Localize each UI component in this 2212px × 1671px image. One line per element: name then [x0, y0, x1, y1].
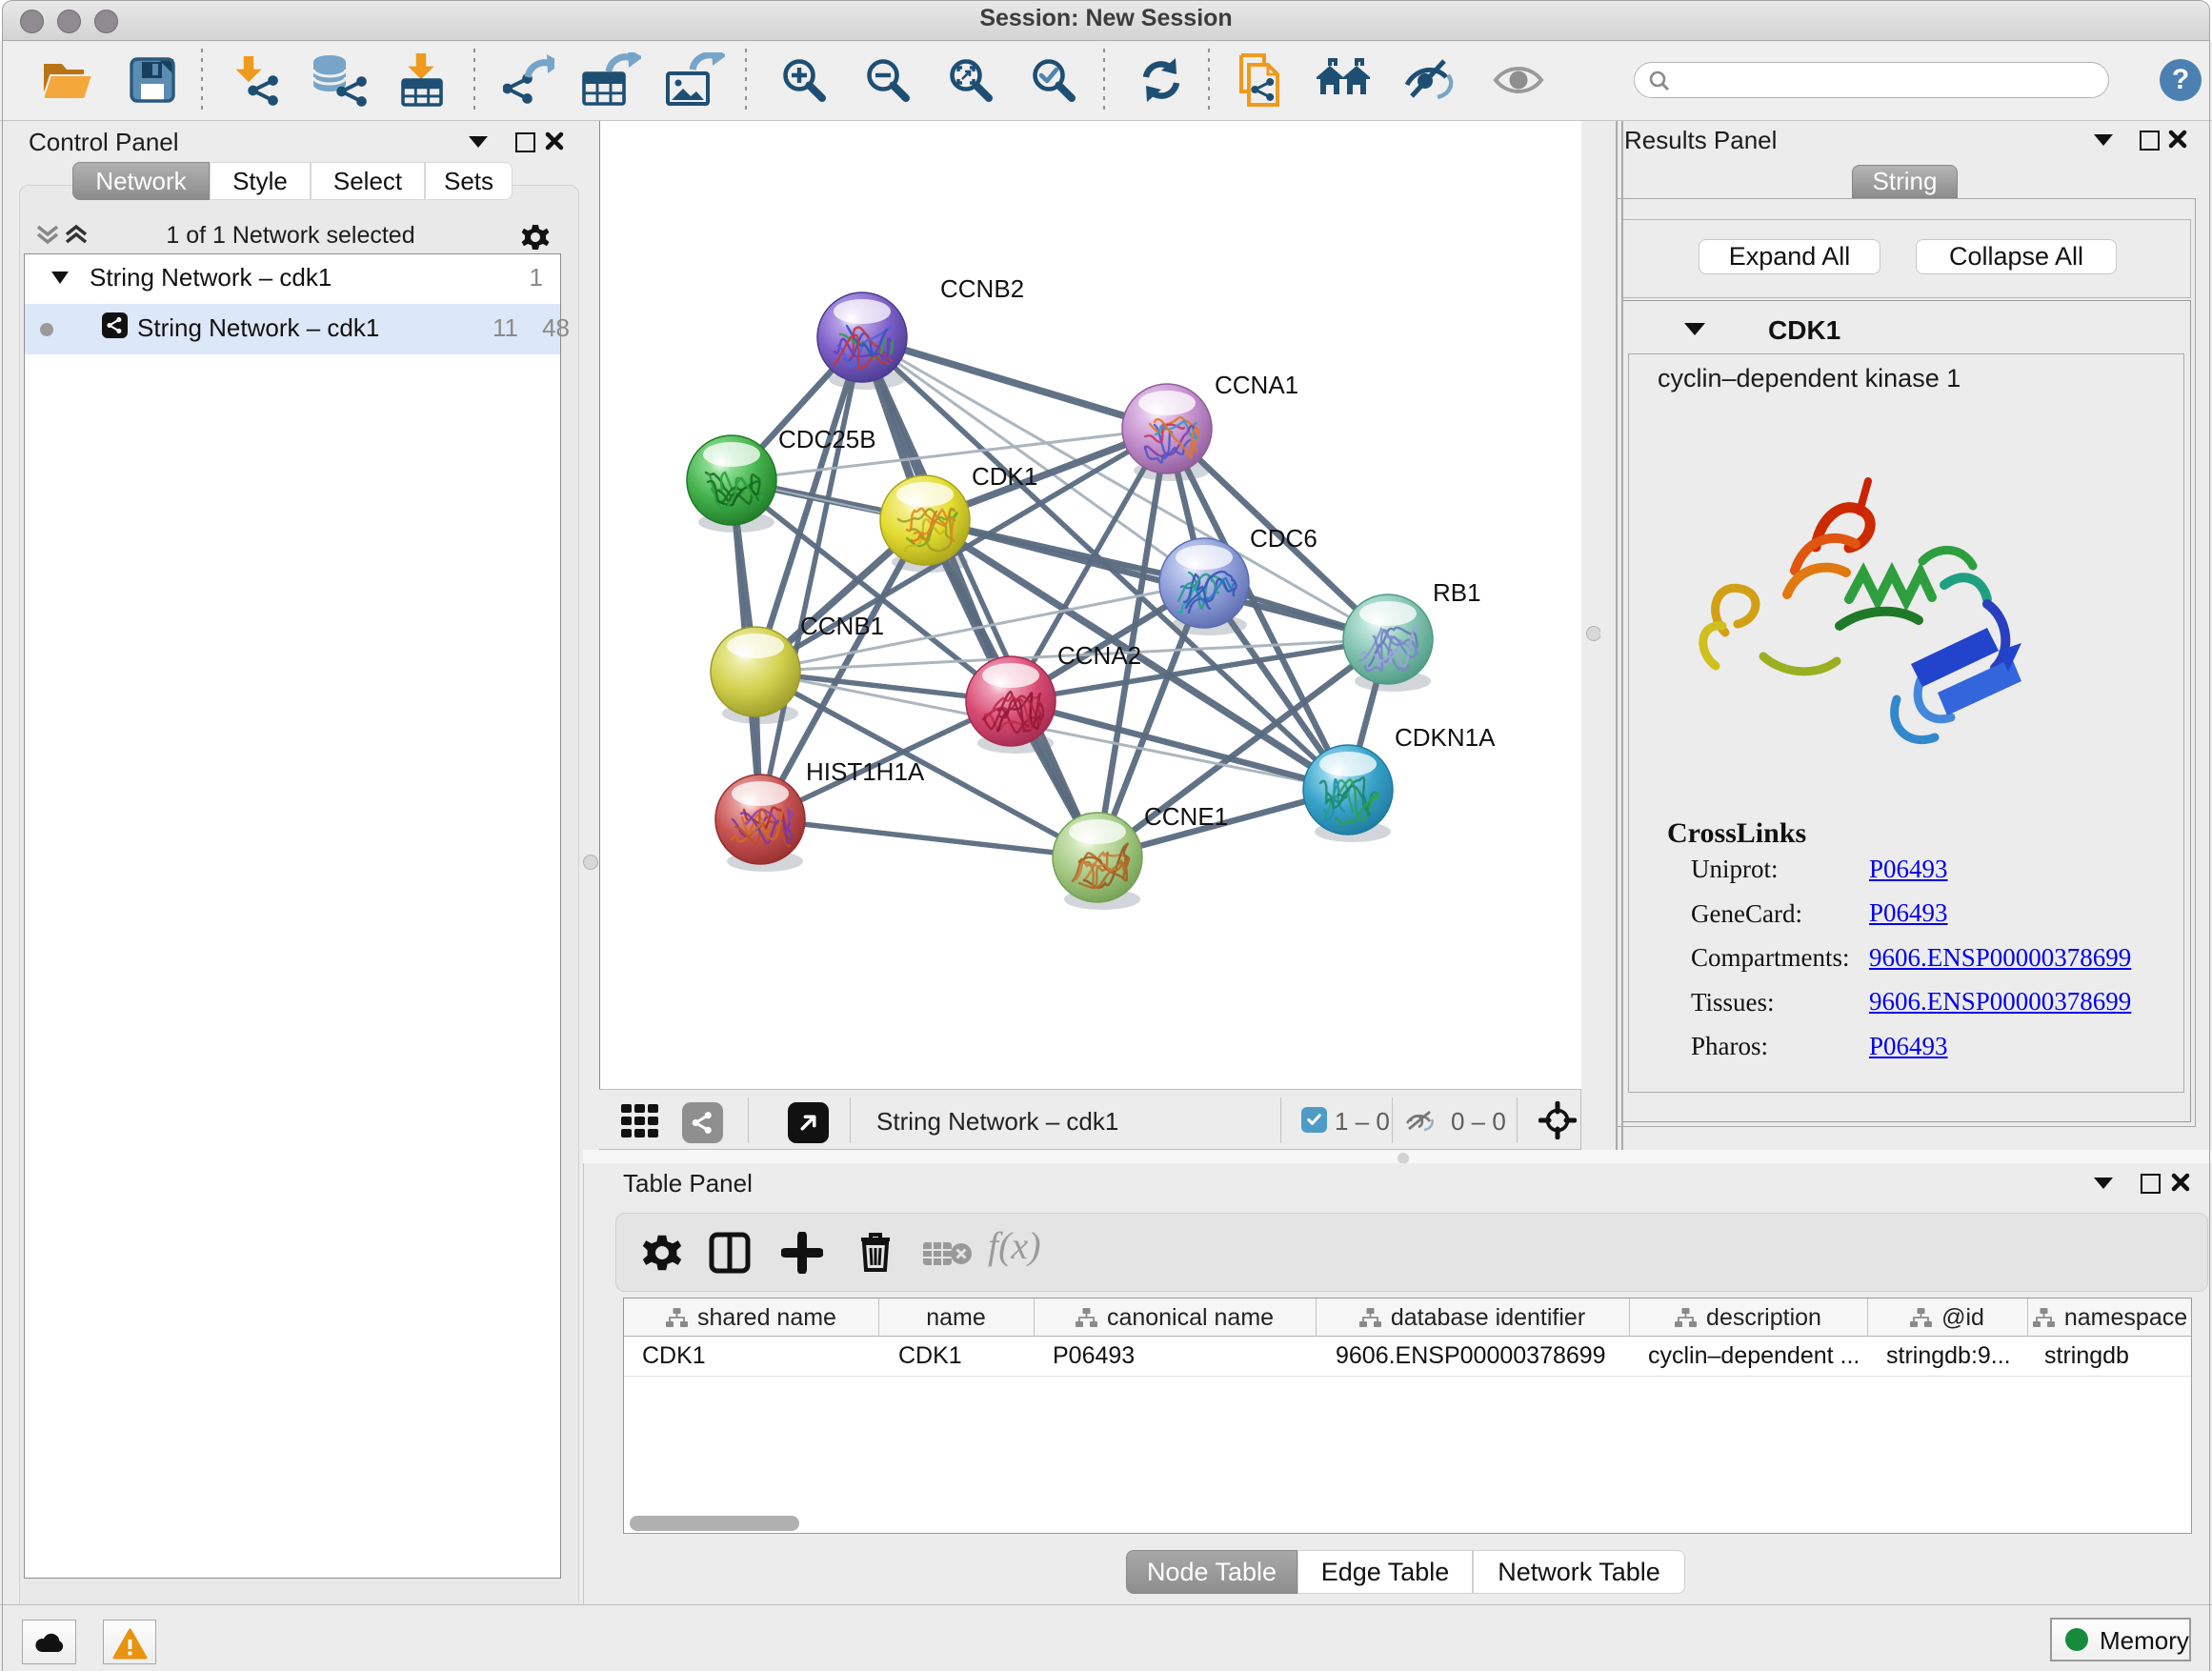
- svg-text:CCNB2: CCNB2: [940, 274, 1024, 303]
- svg-text:CDK1: CDK1: [972, 462, 1037, 491]
- svg-text:CDC6: CDC6: [1250, 524, 1317, 553]
- svg-text:CDC25B: CDC25B: [778, 425, 876, 453]
- svg-text:CDKN1A: CDKN1A: [1395, 723, 1496, 752]
- svg-text:CCNE1: CCNE1: [1144, 802, 1228, 831]
- svg-text:CCNB1: CCNB1: [800, 612, 884, 640]
- svg-text:HIST1H1A: HIST1H1A: [806, 757, 925, 786]
- svg-text:RB1: RB1: [1433, 578, 1481, 607]
- svg-text:CCNA2: CCNA2: [1057, 641, 1141, 670]
- svg-text:CCNA1: CCNA1: [1215, 371, 1298, 399]
